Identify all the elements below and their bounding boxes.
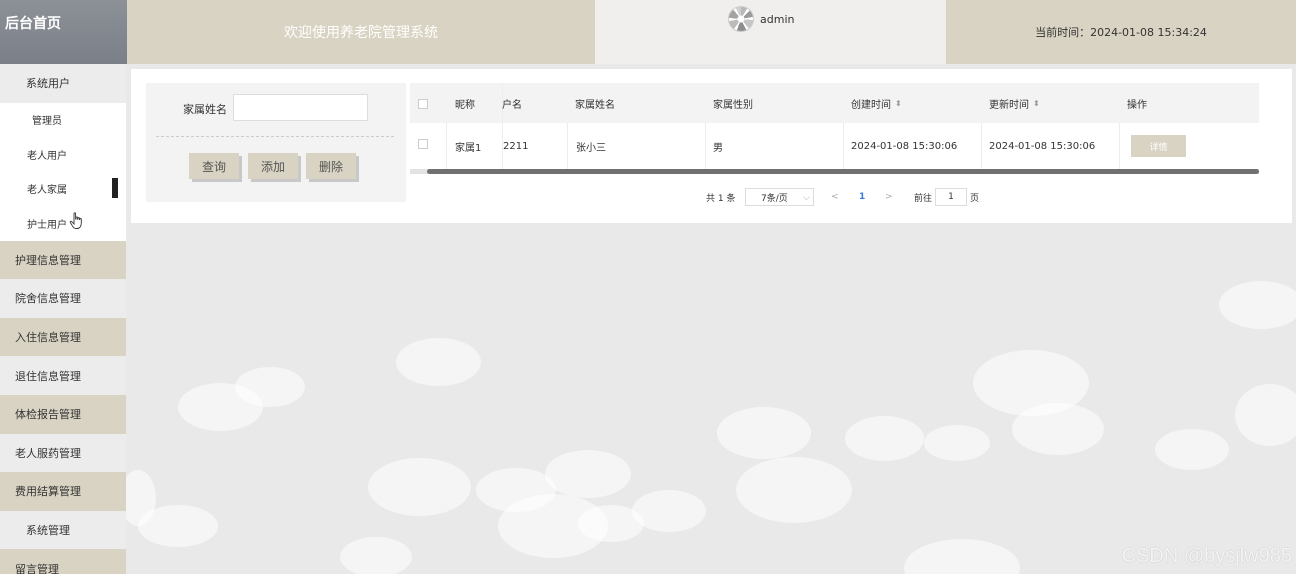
total-count: 共 1 条	[706, 193, 736, 204]
sidebar-item-health-report[interactable]: 体检报告管理	[0, 394, 126, 434]
cell-created: 2024-01-08 15:30:06	[851, 140, 958, 152]
detail-button[interactable]: 详情	[1131, 135, 1186, 157]
sidebar: 系统用户 管理员 老人用户 老人家属 护士用户 护理信息管理 院舍信息管理 入住…	[0, 64, 126, 574]
divider	[156, 136, 394, 137]
goto-label: 前往	[914, 193, 933, 204]
user-area: admin	[595, 0, 946, 64]
sidebar-item-elder-users[interactable]: 老人用户	[0, 137, 126, 172]
sidebar-item-medication[interactable]: 老人服药管理	[0, 433, 126, 473]
cell-username: 2211	[503, 140, 529, 152]
sidebar-item-admin[interactable]: 管理员	[0, 102, 126, 138]
sidebar-item-system-manage[interactable]: 系统管理	[0, 510, 126, 550]
column-divider	[843, 123, 844, 169]
content-panel: 家属姓名 查询 添加 删除 昵称 户名 家属姓名 家属性别 创建时间 ⬍ 更新时间…	[131, 69, 1292, 223]
sidebar-item-system-users[interactable]: 系统用户	[0, 64, 126, 103]
column-divider	[567, 123, 568, 169]
next-page-button[interactable]: >	[885, 188, 893, 206]
top-bar: 后台首页 欢迎使用养老院管理系统 admin 当前时间：2024-01-08 1…	[0, 0, 1296, 64]
cell-family-name: 张小三	[576, 142, 606, 154]
column-header-nickname[interactable]: 昵称	[455, 83, 475, 123]
goto-page-value: 1	[948, 192, 954, 202]
table-header: 昵称 户名 家属姓名 家属性别 创建时间 ⬍ 更新时间 ⬍ 操作	[410, 83, 1259, 123]
welcome-title: 欢迎使用养老院管理系统	[127, 0, 595, 64]
column-header-label: 户名	[502, 99, 522, 111]
sidebar-item-elder-family[interactable]: 老人家属	[0, 171, 126, 207]
avatar[interactable]	[728, 6, 754, 32]
sidebar-item-nurse-users[interactable]: 护士用户	[0, 206, 126, 241]
family-name-input[interactable]	[233, 94, 368, 121]
horizontal-scrollbar-thumb[interactable]	[427, 169, 1259, 174]
sidebar-item-messages[interactable]: 留言管理	[0, 549, 126, 574]
query-button[interactable]: 查询	[189, 153, 239, 179]
row-checkbox[interactable]	[418, 139, 428, 149]
sort-icon[interactable]: ⬍	[1033, 99, 1040, 108]
column-header-family-name[interactable]: 家属姓名	[575, 83, 615, 123]
column-divider	[981, 123, 982, 169]
sidebar-item-checkin-info[interactable]: 入住信息管理	[0, 317, 126, 357]
column-divider	[446, 123, 447, 169]
page-unit-label: 页	[970, 193, 980, 204]
add-button[interactable]: 添加	[248, 153, 298, 179]
sidebar-scroll-indicator	[112, 178, 118, 198]
column-header-username[interactable]: 户名	[502, 83, 522, 123]
column-divider	[1119, 123, 1120, 169]
column-header-actions: 操作	[1127, 83, 1147, 123]
data-table: 昵称 户名 家属姓名 家属性别 创建时间 ⬍ 更新时间 ⬍ 操作 家属1 2211 …	[410, 83, 1259, 174]
sort-icon[interactable]: ⬍	[895, 99, 902, 108]
family-name-label: 家属姓名	[183, 103, 227, 116]
home-link[interactable]: 后台首页	[0, 0, 127, 64]
column-divider	[705, 123, 706, 169]
column-header-label: 操作	[1127, 99, 1147, 111]
table-row[interactable]: 家属1 2211 张小三 男 2024-01-08 15:30:06 2024-…	[410, 123, 1259, 169]
page-size-select[interactable]: 7条/页 ⌵	[745, 188, 814, 206]
column-header-created[interactable]: 创建时间 ⬍	[851, 83, 902, 123]
column-header-label: 创建时间	[851, 99, 891, 111]
column-header-label: 昵称	[455, 99, 475, 111]
page-number-1[interactable]: 1	[859, 188, 865, 206]
goto-page-input[interactable]: 1	[935, 188, 967, 206]
cell-updated: 2024-01-08 15:30:06	[989, 140, 1096, 152]
sidebar-item-billing[interactable]: 费用结算管理	[0, 472, 126, 511]
current-time: 当前时间：2024-01-08 15:34:24	[946, 0, 1296, 64]
watermark: CSDN @bysjlw985	[1121, 545, 1292, 567]
column-header-label: 更新时间	[989, 99, 1029, 111]
username[interactable]: admin	[760, 13, 794, 26]
hand-cursor-icon	[69, 212, 82, 229]
cell-nickname: 家属1	[455, 142, 482, 154]
sidebar-item-room-info[interactable]: 院舍信息管理	[0, 279, 126, 318]
page-size-value: 7条/页	[761, 193, 788, 204]
column-header-gender[interactable]: 家属性别	[713, 83, 753, 123]
sidebar-item-care-info[interactable]: 护理信息管理	[0, 240, 126, 280]
search-form: 家属姓名 查询 添加 删除	[146, 83, 406, 202]
chevron-down-icon: ⌵	[803, 193, 810, 203]
column-header-label: 家属性别	[713, 99, 753, 111]
delete-button[interactable]: 删除	[306, 153, 356, 179]
prev-page-button[interactable]: <	[831, 188, 839, 206]
column-header-label: 家属姓名	[575, 99, 615, 111]
cell-gender: 男	[713, 142, 723, 154]
sidebar-item-checkout-info[interactable]: 退住信息管理	[0, 356, 126, 395]
column-header-updated[interactable]: 更新时间 ⬍	[989, 83, 1040, 123]
select-all-checkbox[interactable]	[418, 99, 428, 109]
